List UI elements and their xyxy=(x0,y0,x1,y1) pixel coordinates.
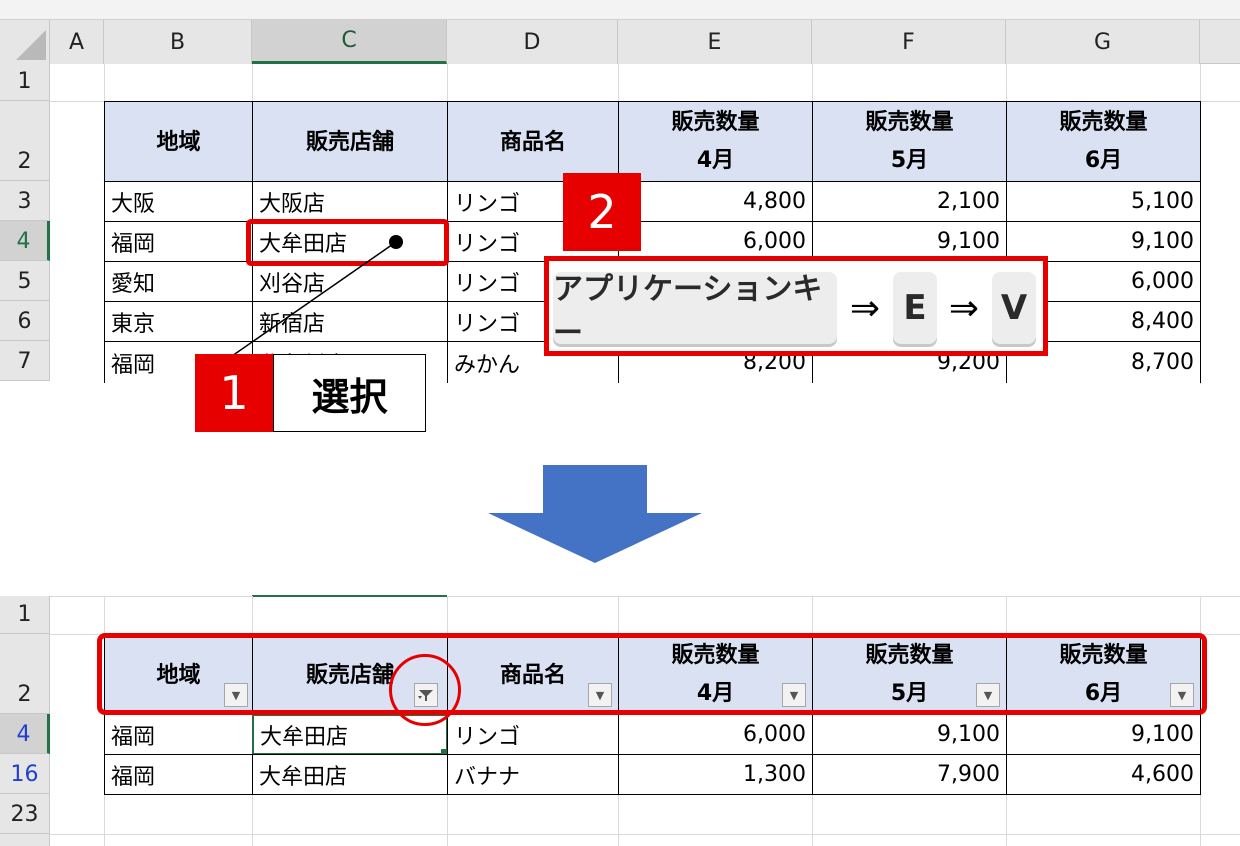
row-header-23[interactable]: 23 xyxy=(0,794,50,834)
row-header-1[interactable]: 1 xyxy=(0,596,50,634)
table-cell[interactable]: 9,100 xyxy=(1006,714,1201,755)
row-header-4[interactable]: 4 xyxy=(0,714,50,754)
gridline xyxy=(50,596,1240,597)
step1-badge: 1 xyxy=(195,354,273,432)
table-cell[interactable]: 6,000 xyxy=(618,714,813,755)
then-arrow: ⇒ xyxy=(948,287,980,329)
step1-label: 選択 xyxy=(273,354,426,432)
table-cell[interactable]: 4,600 xyxy=(1006,754,1201,795)
table-cell[interactable]: 9,100 xyxy=(812,714,1007,755)
application-key: アプリケーションキー xyxy=(553,272,837,351)
row-header-partial xyxy=(0,834,50,846)
table-cell[interactable]: 7,900 xyxy=(812,754,1007,795)
header-highlight-box xyxy=(97,633,1207,715)
row-header-2[interactable]: 2 xyxy=(0,634,50,714)
row-header-16[interactable]: 16 xyxy=(0,754,50,794)
table-cell[interactable]: バナナ xyxy=(447,754,619,795)
down-arrow-icon xyxy=(488,465,702,563)
then-arrow: ⇒ xyxy=(849,287,881,329)
gridline xyxy=(50,834,1240,835)
filter-highlight-circle xyxy=(389,654,461,726)
table-cell[interactable]: 福岡 xyxy=(104,714,253,755)
table-cell[interactable]: 1,300 xyxy=(618,754,813,795)
selected-column-marker xyxy=(252,595,447,597)
table-cell[interactable]: リンゴ xyxy=(447,714,619,755)
v-key: V xyxy=(992,272,1036,344)
table-cell[interactable]: 大牟田店 xyxy=(252,754,448,795)
e-key: E xyxy=(893,272,937,344)
step2-badge: 2 xyxy=(563,173,641,251)
table-cell[interactable]: 福岡 xyxy=(104,754,253,795)
